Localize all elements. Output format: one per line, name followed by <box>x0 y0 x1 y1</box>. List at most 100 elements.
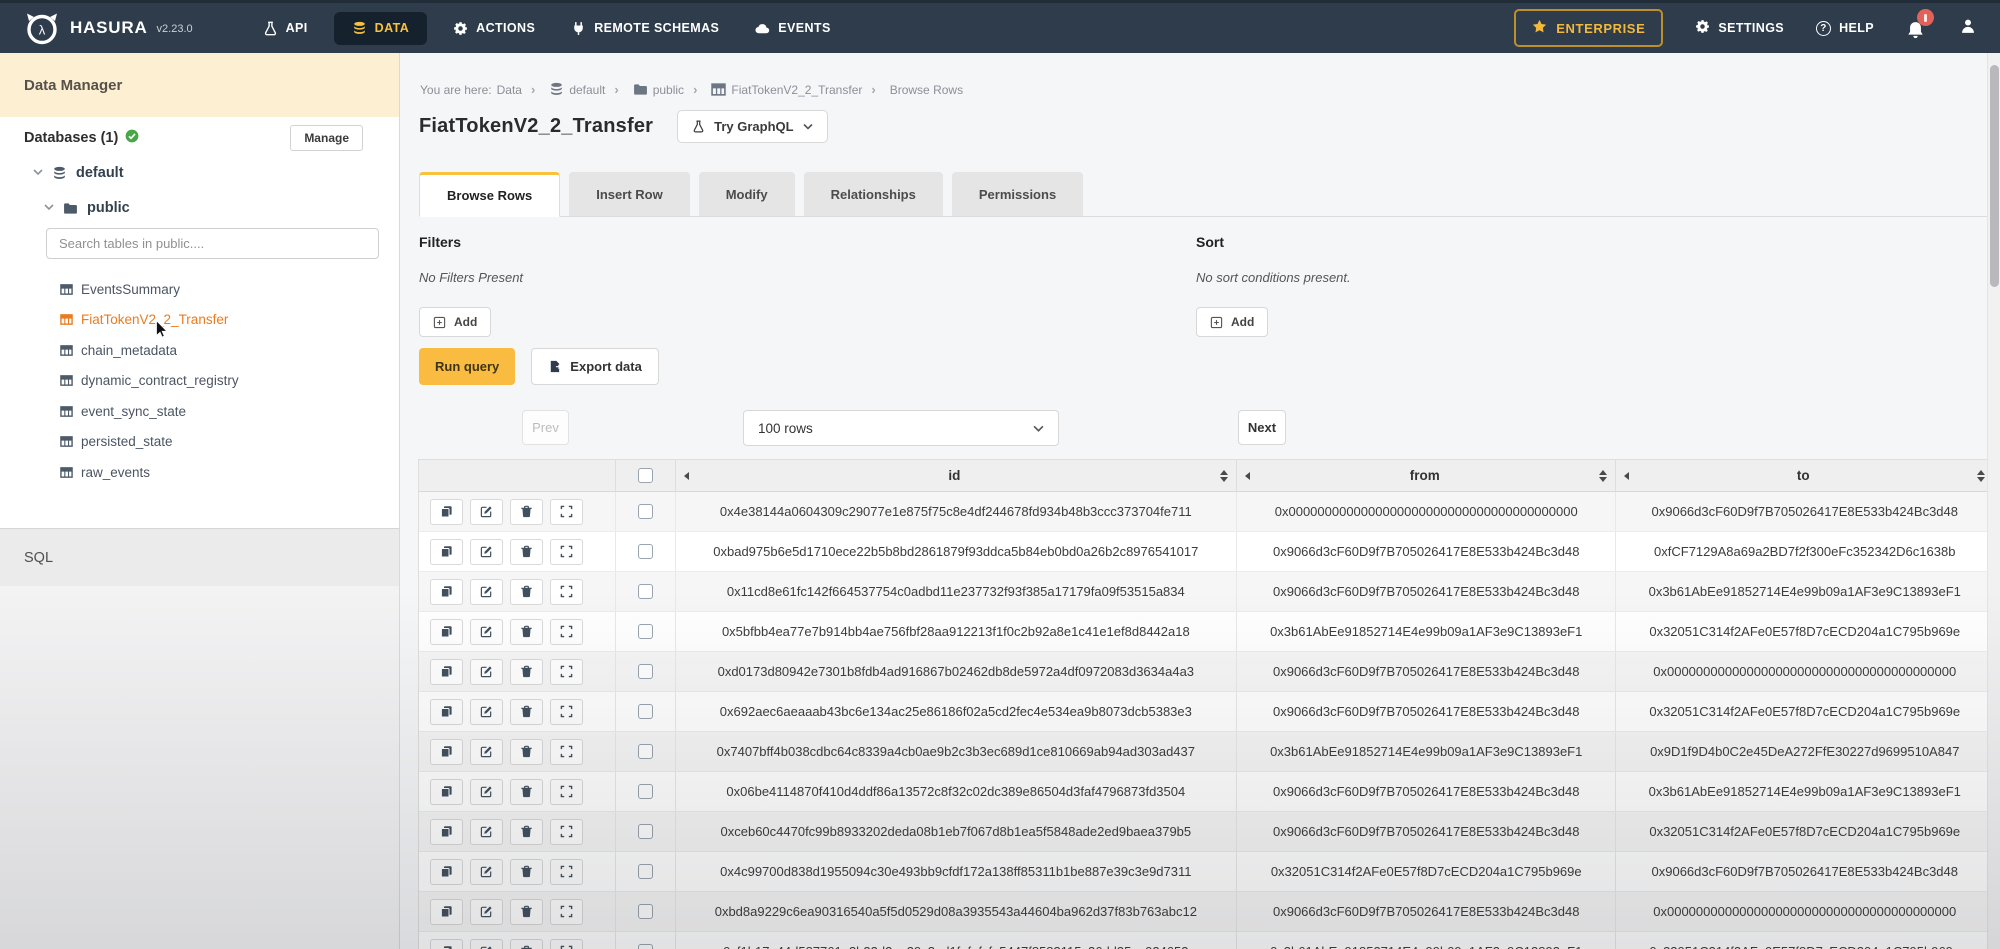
nav-item[interactable]: ACTIONS <box>435 12 553 45</box>
row-checkbox[interactable] <box>638 704 653 719</box>
breadcrumb-item[interactable]: FiatTokenV2_2_Transfer <box>684 82 862 97</box>
page-scrollbar[interactable] <box>1987 53 2000 949</box>
edit-row-button[interactable] <box>470 739 503 765</box>
row-checkbox[interactable] <box>638 624 653 639</box>
cell-id[interactable]: 0xbad975b6e5d1710ece22b5b8bd2861879f93dd… <box>676 532 1237 571</box>
cell-from[interactable]: 0x3b61AbEe91852714E4e99b09a1AF3e9C13893e… <box>1237 732 1617 771</box>
expand-row-button[interactable] <box>550 779 583 805</box>
breadcrumb-item[interactable]: Browse Rows <box>862 82 963 97</box>
clone-row-button[interactable] <box>430 899 463 925</box>
delete-row-button[interactable] <box>510 739 543 765</box>
expand-row-button[interactable] <box>550 619 583 645</box>
notifications-button[interactable] <box>1906 16 1928 40</box>
sort-toggle-icon[interactable] <box>1599 470 1607 482</box>
cell-id[interactable]: 0xf1b17a44d587761a3b32d2ae29c3ed1fefafcf… <box>676 932 1237 949</box>
clone-row-button[interactable] <box>430 539 463 565</box>
clone-row-button[interactable] <box>430 819 463 845</box>
sidebar-database-default[interactable]: default <box>33 165 124 181</box>
sort-add-button[interactable]: Add <box>1196 307 1268 337</box>
edit-row-button[interactable] <box>470 499 503 525</box>
cell-from[interactable]: 0x9066d3cF60D9f7B705026417E8E533b424Bc3d… <box>1237 572 1617 611</box>
col-id-header[interactable]: id <box>676 460 1237 491</box>
clone-row-button[interactable] <box>430 619 463 645</box>
row-checkbox[interactable] <box>638 744 653 759</box>
cell-id[interactable]: 0x5bfbb4ea77e7b914bb4ae756fbf28aa912213f… <box>676 612 1237 651</box>
cell-id[interactable]: 0xceb60c4470fc99b8933202deda08b1eb7f067d… <box>676 812 1237 851</box>
cell-id[interactable]: 0xd0173d80942e7301b8fdb4ad916867b02462db… <box>676 652 1237 691</box>
edit-row-button[interactable] <box>470 699 503 725</box>
clone-row-button[interactable] <box>430 499 463 525</box>
cell-to[interactable]: 0x9066d3cF60D9f7B705026417E8E533b424Bc3d… <box>1616 492 1993 531</box>
edit-row-button[interactable] <box>470 579 503 605</box>
clone-row-button[interactable] <box>430 659 463 685</box>
enterprise-button[interactable]: ENTERPRISE <box>1514 9 1663 47</box>
breadcrumb-item[interactable]: Data <box>497 83 522 97</box>
row-checkbox[interactable] <box>638 504 653 519</box>
tab[interactable]: Browse Rows <box>419 172 560 217</box>
edit-row-button[interactable] <box>470 859 503 885</box>
col-from-header[interactable]: from <box>1237 460 1617 491</box>
cell-to[interactable]: 0x32051C314f2AFe0E57f8D7cECD204a1C795b96… <box>1616 692 1993 731</box>
delete-row-button[interactable] <box>510 539 543 565</box>
tab[interactable]: Insert Row <box>569 172 689 216</box>
row-checkbox[interactable] <box>638 944 653 949</box>
delete-row-button[interactable] <box>510 939 543 949</box>
edit-row-button[interactable] <box>470 939 503 949</box>
cell-to[interactable]: 0x32051C314f2AFe0E57f8D7cECD204a1C795b96… <box>1616 812 1993 851</box>
sidebar-table-item[interactable]: chain_metadata <box>60 335 389 366</box>
cell-id[interactable]: 0x7407bff4b038cdbc64c8339a4cb0ae9b2c3b3e… <box>676 732 1237 771</box>
cell-id[interactable]: 0x11cd8e61fc142f664537754c0adbd11e237732… <box>676 572 1237 611</box>
cell-to[interactable]: 0x00000000000000000000000000000000000000… <box>1616 892 1993 931</box>
cell-id[interactable]: 0x4c99700d838d1955094c30e493bb9cfdf172a1… <box>676 852 1237 891</box>
sidebar-table-item[interactable]: persisted_state <box>60 427 389 458</box>
clone-row-button[interactable] <box>430 779 463 805</box>
sidebar-table-item[interactable]: EventsSummary <box>60 274 389 305</box>
sql-section[interactable]: SQL <box>0 528 399 586</box>
settings-button[interactable]: SETTINGS <box>1695 19 1784 37</box>
delete-row-button[interactable] <box>510 699 543 725</box>
col-to-header[interactable]: to <box>1616 460 1993 491</box>
edit-row-button[interactable] <box>470 779 503 805</box>
row-checkbox[interactable] <box>638 544 653 559</box>
sidebar-table-item[interactable]: event_sync_state <box>60 396 389 427</box>
expand-row-button[interactable] <box>550 819 583 845</box>
delete-row-button[interactable] <box>510 899 543 925</box>
tab[interactable]: Permissions <box>952 172 1083 216</box>
sidebar-table-item[interactable]: dynamic_contract_registry <box>60 366 389 397</box>
expand-row-button[interactable] <box>550 579 583 605</box>
cell-from[interactable]: 0x9066d3cF60D9f7B705026417E8E533b424Bc3d… <box>1237 532 1617 571</box>
clone-row-button[interactable] <box>430 699 463 725</box>
cell-from[interactable]: 0x9066d3cF60D9f7B705026417E8E533b424Bc3d… <box>1237 892 1617 931</box>
expand-row-button[interactable] <box>550 699 583 725</box>
cell-id[interactable]: 0x06be4114870f410d4ddf86a13572c8f32c02dc… <box>676 772 1237 811</box>
cell-to[interactable]: 0x9066d3cF60D9f7B705026417E8E533b424Bc3d… <box>1616 852 1993 891</box>
cell-to[interactable]: 0x00000000000000000000000000000000000000… <box>1616 652 1993 691</box>
cell-to[interactable]: 0xfCF7129A8a69a2BD7f2f300eFc352342D6c163… <box>1616 532 1993 571</box>
select-all-checkbox[interactable] <box>638 468 653 483</box>
expand-row-button[interactable] <box>550 659 583 685</box>
edit-row-button[interactable] <box>470 619 503 645</box>
breadcrumb-item[interactable]: default <box>522 82 605 97</box>
export-data-button[interactable]: Export data <box>531 348 659 385</box>
cell-from[interactable]: 0x3b61AbEe91852714E4e99b09a1AF3e9C13893e… <box>1237 612 1617 651</box>
cell-from[interactable]: 0x32051C314f2AFe0E57f8D7cECD204a1C795b96… <box>1237 852 1617 891</box>
cell-to[interactable]: 0x9D1f9D4b0C2e45DeA272FfE30227d9699510A8… <box>1616 732 1993 771</box>
tab[interactable]: Relationships <box>804 172 943 216</box>
cell-from[interactable]: 0x9066d3cF60D9f7B705026417E8E533b424Bc3d… <box>1237 652 1617 691</box>
row-checkbox[interactable] <box>638 784 653 799</box>
cell-to[interactable]: 0x3b61AbEe91852714E4e99b09a1AF3e9C13893e… <box>1616 572 1993 611</box>
delete-row-button[interactable] <box>510 579 543 605</box>
expand-row-button[interactable] <box>550 499 583 525</box>
chevron-down-icon[interactable] <box>44 200 54 216</box>
sort-toggle-icon[interactable] <box>1220 470 1228 482</box>
delete-row-button[interactable] <box>510 499 543 525</box>
expand-row-button[interactable] <box>550 939 583 949</box>
nav-item[interactable]: DATA <box>334 12 427 45</box>
cell-from[interactable]: 0x00000000000000000000000000000000000000… <box>1237 492 1617 531</box>
delete-row-button[interactable] <box>510 779 543 805</box>
clone-row-button[interactable] <box>430 859 463 885</box>
sort-toggle-icon[interactable] <box>1977 470 1985 482</box>
prev-button[interactable]: Prev <box>522 410 569 445</box>
manage-button[interactable]: Manage <box>290 125 363 151</box>
delete-row-button[interactable] <box>510 859 543 885</box>
